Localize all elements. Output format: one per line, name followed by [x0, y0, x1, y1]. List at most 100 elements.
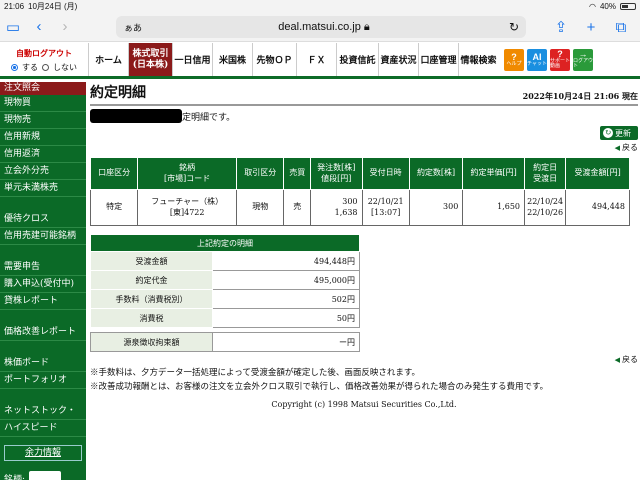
- new-tab-icon[interactable]: +: [578, 16, 604, 38]
- sidebar-item-spot-buy[interactable]: 現物買: [0, 95, 86, 112]
- notes: ※手数料は、夕方データ一括処理によって受渡金額が確定した後、画面反映されます。 …: [90, 367, 638, 394]
- cell-exec-date: 22/10/24: [527, 196, 564, 206]
- refresh-row: ↻ 更新: [90, 126, 638, 142]
- sidebar-item-odd-lot-sell[interactable]: 単元未満株売: [0, 180, 86, 197]
- page-header: 約定明細 2022年10月24日 21:06 現在: [90, 82, 638, 106]
- detail-label: 受渡金額: [90, 251, 213, 271]
- detail-label: 約定代金: [90, 270, 213, 290]
- cell-trade-type: 現物: [236, 189, 285, 226]
- logout-label: ログアウト: [573, 58, 594, 69]
- logout-button[interactable]: → ログアウト: [573, 48, 594, 71]
- tabs-icon[interactable]: ⧉: [608, 16, 634, 38]
- battery-percent: 40%: [599, 1, 616, 11]
- auto-logout-off-label: しない: [53, 63, 77, 72]
- sidebar-item-portfolio[interactable]: ポートフォリオ: [0, 372, 86, 389]
- nav-info-search[interactable]: 情報検索: [458, 43, 498, 76]
- detail-label: 手数料（消費税別）: [90, 289, 213, 309]
- col-trade-type: 取引区分: [236, 157, 285, 190]
- col-exec-price: 約定単価[円]: [462, 157, 526, 190]
- order-table-header: 口座区分 銘柄 [市場]コード 取引区分 売買 発注数[株] 値段[円] 受付日…: [89, 157, 630, 190]
- cell-symbol-code: [東]4722: [169, 207, 205, 217]
- col-exec-settle-date: 約定日 受渡日: [524, 157, 567, 190]
- share-icon[interactable]: ⇪: [548, 16, 574, 38]
- refresh-icon: ↻: [603, 128, 613, 138]
- sidebar-item-margin-close[interactable]: 信用返済: [0, 146, 86, 163]
- sidebar-toggle-icon[interactable]: ▭: [0, 16, 26, 38]
- triangle-left-icon: ◀: [614, 143, 620, 152]
- nav-assets[interactable]: 資産状況: [378, 43, 418, 76]
- auto-logout-off-radio[interactable]: [42, 64, 49, 71]
- sidebar-item-netstock-1[interactable]: ネットストック・: [0, 403, 86, 420]
- refresh-label: 更新: [615, 128, 631, 138]
- main-content: 約定明細 2022年10月24日 21:06 現在 定明細です。 ↻ 更新 ◀ …: [89, 82, 638, 480]
- cell-exec-qty: 300: [408, 189, 464, 226]
- cell-symbol: フューチャー（株） [東]4722: [137, 189, 238, 226]
- browser-toolbar: ▭ ‹ › ぁあ deal.matsui.co.jp 🔒︎ ↻ ⇪ + ⧉: [0, 12, 640, 42]
- symbol-search: 銘柄:: [0, 461, 86, 495]
- symbol-label: 銘柄:: [4, 474, 26, 485]
- back-link-top[interactable]: ◀ 戻る: [90, 142, 638, 153]
- cell-order: 300 1,638: [310, 189, 363, 226]
- nav-stock-trading[interactable]: 株式取引 (日本株): [128, 43, 172, 76]
- message-line: 定明細です。: [90, 109, 638, 123]
- back-label: 戻る: [622, 143, 638, 152]
- auto-logout: 自動ログアウト する しない: [0, 43, 88, 76]
- refresh-button[interactable]: ↻ 更新: [600, 126, 638, 140]
- sidebar-item-order-inquiry[interactable]: 注文照会: [0, 82, 86, 95]
- col-side: 売買: [283, 157, 312, 190]
- back-arrow-icon[interactable]: ‹: [26, 16, 52, 38]
- cell-symbol-name: フューチャー（株）: [151, 196, 224, 206]
- support-video-button[interactable]: ? サポート動画: [550, 48, 571, 71]
- detail-table: 上記約定の明細 受渡金額 494,448円 約定代金 495,000円 手数料（…: [90, 234, 360, 328]
- detail-value: 50円: [212, 308, 360, 328]
- detail-value: 494,448円: [212, 251, 360, 271]
- sidebar-item-purchase-apply[interactable]: 購入申込(受付中): [0, 276, 86, 293]
- sidebar-item-lending-report[interactable]: 貸株レポート: [0, 293, 86, 310]
- sidebar-item-spot-sell[interactable]: 現物売: [0, 112, 86, 129]
- order-table: 口座区分 銘柄 [市場]コード 取引区分 売買 発注数[株] 値段[円] 受付日…: [89, 157, 630, 226]
- nav-home[interactable]: ホーム: [88, 43, 128, 76]
- col-symbol: 銘柄 [市場]コード: [137, 157, 238, 190]
- sidebar-item-stock-board[interactable]: 株価ボード: [0, 355, 86, 372]
- reload-icon[interactable]: ↻: [502, 20, 526, 34]
- nav-us-stocks[interactable]: 米国株: [212, 43, 252, 76]
- support-video-label: サポート動画: [550, 58, 571, 69]
- top-nav: 自動ログアウト する しない ホーム 株式取引 (日本株) 一日信用 米国株 先…: [0, 43, 640, 79]
- detail-value: 502円: [212, 289, 360, 309]
- nav-stock-trading-line2: (日本株): [132, 59, 169, 70]
- url-value: deal.matsui.co.jp: [278, 20, 361, 33]
- detail-value: 495,000円: [212, 270, 360, 290]
- back-link-bottom[interactable]: ◀ 戻る: [90, 354, 638, 365]
- cell-dates: 22/10/24 22/10/26: [524, 189, 567, 226]
- note-commission: ※手数料は、夕方データ一括処理によって受渡金額が確定した後、画面反映されます。: [90, 368, 420, 378]
- clock: 21:06: [4, 1, 25, 11]
- nav-fx[interactable]: ＦＸ: [296, 43, 336, 76]
- sidebar-item-demand[interactable]: 需要申告: [0, 259, 86, 276]
- symbol-input[interactable]: [29, 471, 62, 485]
- sidebar-item-price-improve[interactable]: 価格改善レポート: [0, 324, 86, 341]
- nav-day-margin[interactable]: 一日信用: [172, 43, 212, 76]
- nav-investment-trust[interactable]: 投資信託: [336, 43, 378, 76]
- help-button[interactable]: ? ヘルプ: [504, 48, 524, 71]
- reader-button[interactable]: ぁあ: [116, 21, 146, 34]
- margin-info-link[interactable]: 余力情報: [4, 445, 82, 461]
- ai-chat-button[interactable]: AI チャット: [527, 48, 547, 71]
- nav-account[interactable]: 口座管理: [418, 43, 458, 76]
- sidebar-item-off-floor[interactable]: 立会外分売: [0, 163, 86, 180]
- cell-order-qty: 300: [342, 196, 358, 206]
- nav-futures-options[interactable]: 先物ＯＰ: [252, 43, 296, 76]
- sidebar-item-netstock-2[interactable]: ハイスピード: [0, 420, 86, 437]
- sidebar-item-benefit-cross[interactable]: 優待クロス: [0, 211, 86, 228]
- sidebar-item-shortable[interactable]: 信用売建可能銘柄: [0, 228, 86, 245]
- sidebar-item-margin-new[interactable]: 信用新規: [0, 129, 86, 146]
- address-bar[interactable]: ぁあ deal.matsui.co.jp 🔒︎ ↻: [116, 16, 526, 38]
- forward-arrow-icon[interactable]: ›: [52, 16, 78, 38]
- ai-chat-label: チャット: [527, 60, 547, 67]
- table-row: 消費税 50円: [90, 308, 360, 328]
- table-row: 約定代金 495,000円: [90, 270, 360, 290]
- auto-logout-on-radio[interactable]: [11, 64, 18, 71]
- cell-account: 特定: [89, 189, 139, 226]
- auto-logout-on-label: する: [22, 63, 38, 72]
- withholding-value: ー円: [212, 332, 360, 352]
